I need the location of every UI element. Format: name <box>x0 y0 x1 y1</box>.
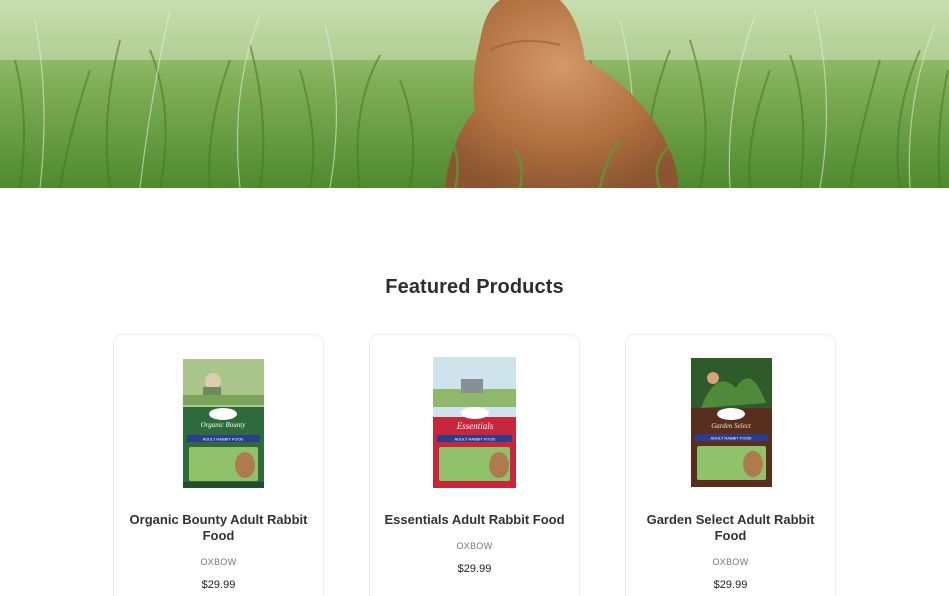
hero-banner-image <box>0 0 949 188</box>
svg-text:Organic Bounty: Organic Bounty <box>201 421 247 429</box>
svg-text:Garden Select: Garden Select <box>711 422 752 430</box>
featured-products-heading: Featured Products <box>385 276 564 298</box>
svg-text:ADULT RABBIT FOOD: ADULT RABBIT FOOD <box>203 437 244 442</box>
product-brand: OXBOW <box>200 557 237 567</box>
product-name[interactable]: Garden Select Adult Rabbit Food <box>636 512 825 544</box>
product-card[interactable]: Essentials ADULT RABBIT FOOD Essentials … <box>369 334 580 596</box>
product-brand: OXBOW <box>712 557 749 567</box>
product-name[interactable]: Essentials Adult Rabbit Food <box>380 512 569 528</box>
product-price: $29.99 <box>713 579 748 591</box>
product-image[interactable]: Essentials ADULT RABBIT FOOD <box>433 357 516 488</box>
svg-text:Essentials: Essentials <box>456 421 494 431</box>
product-card[interactable]: Garden Select ADULT RABBIT FOOD Garden S… <box>625 334 836 596</box>
product-card[interactable]: Organic Bounty ADULT RABBIT FOOD Organic… <box>113 334 324 596</box>
svg-text:ADULT RABBIT FOOD: ADULT RABBIT FOOD <box>455 437 496 442</box>
product-name[interactable]: Organic Bounty Adult Rabbit Food <box>124 512 313 544</box>
product-price: $29.99 <box>457 563 492 575</box>
svg-text:ADULT RABBIT FOOD: ADULT RABBIT FOOD <box>711 436 752 441</box>
product-image[interactable]: Organic Bounty ADULT RABBIT FOOD <box>183 359 264 488</box>
product-image[interactable]: Garden Select ADULT RABBIT FOOD <box>691 358 772 487</box>
product-price: $29.99 <box>201 579 236 591</box>
product-brand: OXBOW <box>456 541 493 551</box>
